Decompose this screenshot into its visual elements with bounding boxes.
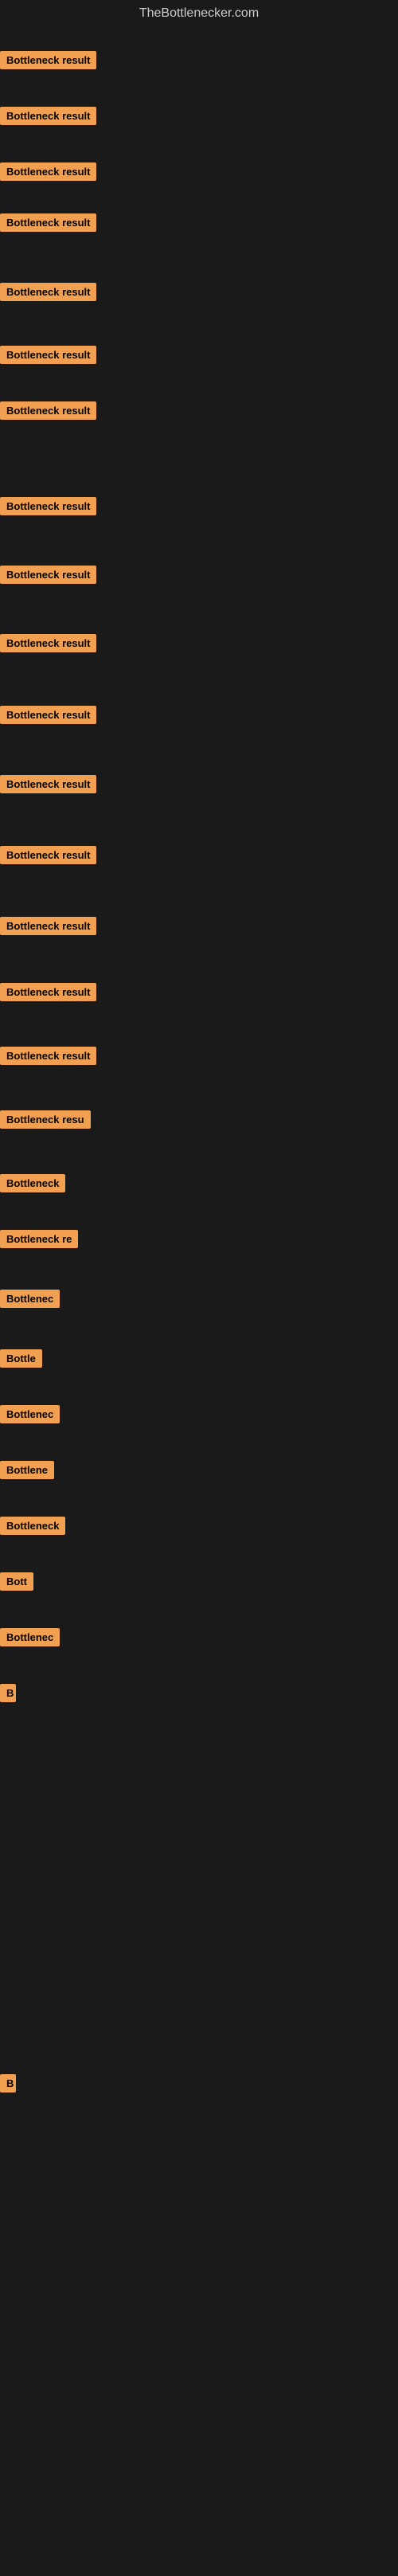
bottleneck-result-item[interactable]: Bottleneck result [0,51,96,73]
bottleneck-result-item[interactable]: Bottlenec [0,1628,60,1650]
bottleneck-result-item[interactable]: Bottleneck result [0,1047,96,1069]
bottleneck-badge: Bottlene [0,1461,54,1479]
bottleneck-badge: Bottleneck result [0,917,96,935]
bottleneck-result-item[interactable]: Bottleneck result [0,213,96,236]
bottleneck-result-item[interactable]: Bottleneck result [0,401,96,424]
bottleneck-result-item[interactable]: B [0,2074,16,2096]
bottleneck-badge: Bottle [0,1349,42,1368]
bottleneck-result-item[interactable]: Bottleneck result [0,566,96,588]
bottleneck-badge: Bottleneck result [0,1047,96,1065]
bottleneck-result-item[interactable]: Bottleneck re [0,1230,78,1252]
bottleneck-badge: Bottleneck re [0,1230,78,1248]
bottleneck-badge: Bottlenec [0,1628,60,1646]
bottleneck-badge: Bottleneck result [0,706,96,724]
bottleneck-result-item[interactable]: Bottleneck result [0,107,96,129]
bottleneck-result-item[interactable]: Bottleneck [0,1517,65,1539]
site-title: TheBottlenecker.com [0,0,398,27]
bottleneck-result-item[interactable]: Bottleneck result [0,346,96,368]
bottleneck-result-item[interactable]: Bottleneck result [0,162,96,185]
bottleneck-badge: Bottleneck [0,1517,65,1535]
bottleneck-result-item[interactable]: B [0,1684,16,1706]
bottleneck-result-item[interactable]: Bottleneck resu [0,1110,91,1133]
bottleneck-badge: Bottleneck result [0,846,96,864]
bottleneck-badge: Bottleneck result [0,634,96,652]
bottleneck-result-item[interactable]: Bottleneck result [0,283,96,305]
bottleneck-badge: B [0,2074,16,2093]
bottleneck-result-item[interactable]: Bottleneck result [0,846,96,868]
bottleneck-badge: B [0,1684,16,1702]
bottleneck-result-item[interactable]: Bottleneck result [0,497,96,519]
bottleneck-badge: Bottleneck result [0,162,96,181]
bottleneck-result-item[interactable]: Bottlenec [0,1405,60,1427]
bottleneck-result-item[interactable]: Bottleneck result [0,917,96,939]
bottleneck-result-item[interactable]: Bottleneck result [0,634,96,656]
bottleneck-badge: Bottleneck result [0,566,96,584]
bottleneck-result-item[interactable]: Bottle [0,1349,42,1372]
bottleneck-badge: Bottleneck result [0,51,96,69]
bottleneck-result-item[interactable]: Bottleneck [0,1174,65,1196]
bottleneck-badge: Bottleneck result [0,346,96,364]
bottleneck-badge: Bottleneck [0,1174,65,1192]
bottleneck-badge: Bottleneck result [0,497,96,515]
bottleneck-badge: Bottleneck result [0,107,96,125]
bottleneck-badge: Bottleneck resu [0,1110,91,1129]
bottleneck-result-item[interactable]: Bottleneck result [0,775,96,797]
bottleneck-badge: Bott [0,1572,33,1591]
bottleneck-result-item[interactable]: Bottlene [0,1461,54,1483]
bottleneck-badge: Bottlenec [0,1290,60,1308]
bottleneck-result-item[interactable]: Bottlenec [0,1290,60,1312]
bottleneck-badge: Bottlenec [0,1405,60,1423]
bottleneck-badge: Bottleneck result [0,775,96,793]
bottleneck-result-item[interactable]: Bottleneck result [0,983,96,1005]
bottleneck-result-item[interactable]: Bott [0,1572,33,1595]
bottleneck-badge: Bottleneck result [0,213,96,232]
bottleneck-badge: Bottleneck result [0,283,96,301]
bottleneck-badge: Bottleneck result [0,401,96,420]
bottleneck-badge: Bottleneck result [0,983,96,1001]
bottleneck-result-item[interactable]: Bottleneck result [0,706,96,728]
